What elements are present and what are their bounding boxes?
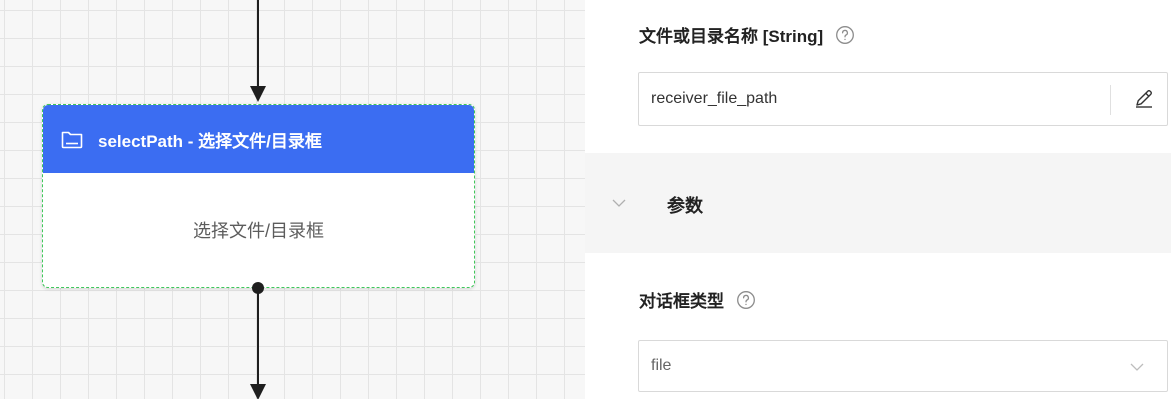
name-input-value[interactable]: receiver_file_path <box>651 90 777 108</box>
question-circle-icon[interactable] <box>835 25 855 45</box>
node-body-text: 选择文件/目录框 <box>192 221 324 241</box>
dialog-type-label-text: 对话框类型 <box>639 292 724 311</box>
incoming-arrow-head <box>250 86 266 102</box>
chevron-down-icon[interactable] <box>1129 359 1145 375</box>
node-body: 选择文件/目录框 <box>43 173 474 287</box>
outgoing-edge <box>257 288 259 384</box>
flow-node-selectpath[interactable]: selectPath - 选择文件/目录框 选择文件/目录框 <box>42 104 475 288</box>
dialog-type-select[interactable]: file <box>638 340 1168 392</box>
input-divider <box>1110 85 1111 115</box>
app-root: selectPath - 选择文件/目录框 选择文件/目录框 文件或目录名称 [… <box>0 0 1171 399</box>
params-section-header[interactable]: 参数 <box>585 153 1171 253</box>
dialog-type-value: file <box>651 357 672 374</box>
name-input[interactable]: receiver_file_path <box>638 72 1168 126</box>
incoming-edge <box>257 0 259 88</box>
pencil-icon[interactable] <box>1133 87 1155 114</box>
chevron-down-icon[interactable] <box>611 195 627 211</box>
edit-button[interactable] <box>1129 85 1159 115</box>
outgoing-arrow-head <box>250 384 266 399</box>
node-header[interactable]: selectPath - 选择文件/目录框 <box>43 105 474 173</box>
dialog-type-label: 对话框类型 <box>639 287 756 312</box>
folder-icon <box>60 127 84 151</box>
params-section-title: 参数 <box>667 196 703 216</box>
question-circle-icon[interactable] <box>736 290 756 310</box>
flow-canvas[interactable]: selectPath - 选择文件/目录框 选择文件/目录框 <box>0 0 585 399</box>
name-field-label: 文件或目录名称 [String] <box>639 22 855 47</box>
properties-panel: 文件或目录名称 [String] receiver_file_path 参数 对… <box>585 0 1171 399</box>
node-title: selectPath - 选择文件/目录框 <box>98 131 322 151</box>
name-field-label-text: 文件或目录名称 [String] <box>639 27 824 46</box>
